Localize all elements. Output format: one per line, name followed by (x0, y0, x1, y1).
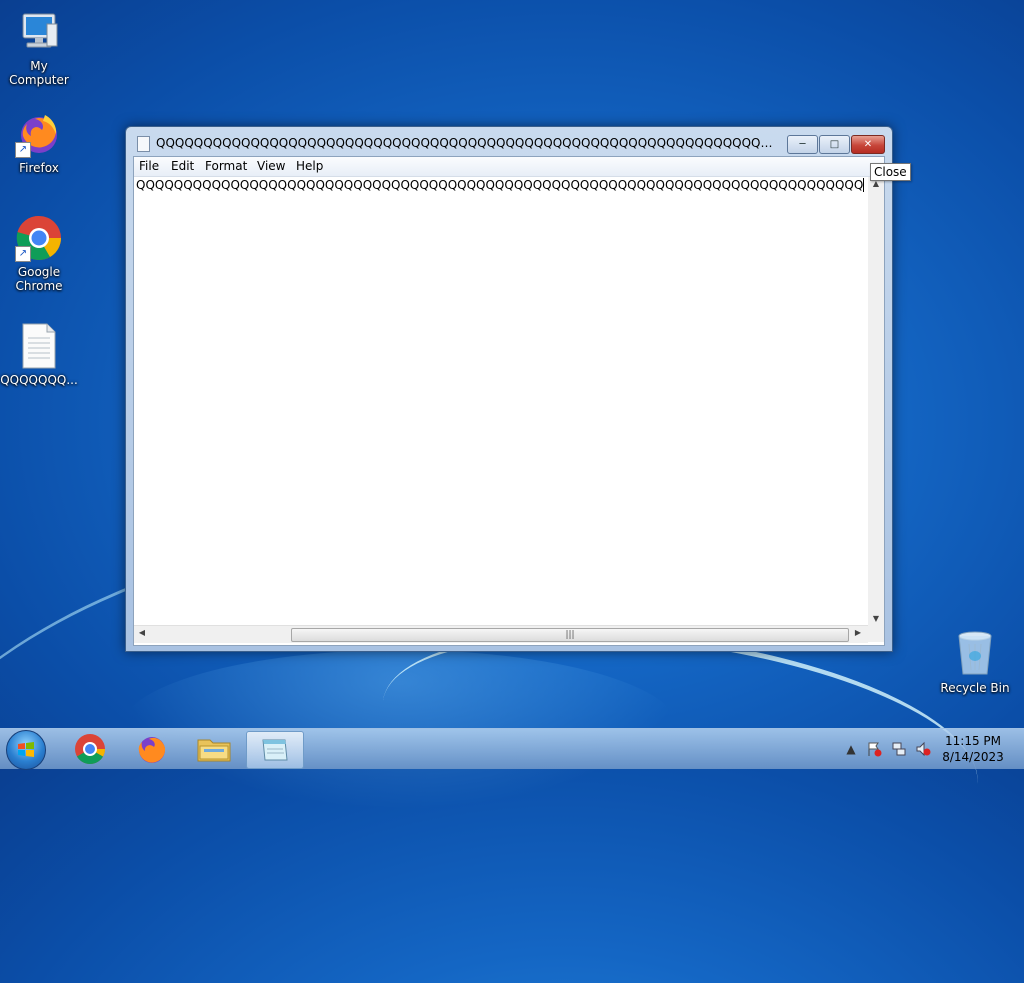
windows-logo-icon (18, 742, 34, 757)
volume-muted-icon[interactable] (915, 741, 931, 757)
desktop-icon-label: Firefox (19, 161, 59, 175)
text-file-icon (15, 322, 63, 370)
taskbar-file-explorer[interactable] (186, 731, 242, 767)
grip-icon: ||| (565, 630, 575, 640)
show-hidden-icons-icon[interactable]: ▲ (843, 741, 859, 757)
title-bar[interactable]: QQQQQQQQQQQQQQQQQQQQQQQQQQQQQQQQQQQQQQQQ… (126, 127, 892, 157)
text-caret (863, 178, 864, 192)
horizontal-scroll-thumb[interactable]: ||| (291, 628, 849, 642)
start-button[interactable] (6, 730, 46, 770)
desktop-icon-google-chrome[interactable]: ↗ Google Chrome (0, 214, 78, 293)
taskbar: ▲ 11:15 PM 8/14/2023 (0, 728, 1024, 770)
close-icon: ✕ (863, 139, 873, 150)
menu-edit[interactable]: Edit (171, 159, 194, 173)
taskbar-chrome[interactable] (62, 731, 118, 767)
system-clock[interactable]: 11:15 PM 8/14/2023 (932, 733, 1014, 765)
desktop-icon-firefox[interactable]: ↗ Firefox (0, 110, 78, 175)
horizontal-scrollbar[interactable]: ◀ ||| ▶ (134, 625, 868, 643)
desktop-icon-label: Google Chrome (15, 265, 63, 293)
desktop-icon-label: Recycle Bin (940, 681, 1010, 695)
menu-view[interactable]: View (257, 159, 285, 173)
close-tooltip: Close (870, 163, 911, 181)
menu-file[interactable]: File (139, 159, 159, 173)
close-button[interactable]: ✕ (851, 135, 885, 154)
minimize-button[interactable]: ─ (787, 135, 818, 154)
maximize-icon: □ (829, 139, 840, 150)
clock-date: 8/14/2023 (942, 750, 1004, 764)
resize-grip-icon[interactable] (868, 625, 884, 642)
editor-content: QQQQQQQQQQQQQQQQQQQQQQQQQQQQQQQQQQQQQQQQ… (136, 178, 864, 192)
scroll-down-icon[interactable]: ▼ (868, 614, 884, 623)
notepad-icon (137, 136, 150, 152)
scroll-left-icon[interactable]: ◀ (134, 628, 150, 637)
text-editor[interactable]: QQQQQQQQQQQQQQQQQQQQQQQQQQQQQQQQQQQQQQQQ… (134, 177, 868, 625)
desktop-icon-my-computer[interactable]: My Computer (0, 8, 78, 87)
action-center-flag-icon[interactable] (866, 741, 882, 757)
desktop-icon-label: My Computer (9, 59, 69, 87)
window-title: QQQQQQQQQQQQQQQQQQQQQQQQQQQQQQQQQQQQQQQQ… (156, 136, 776, 150)
computer-icon (15, 8, 63, 56)
shortcut-arrow-icon: ↗ (15, 246, 31, 262)
desktop-icon-label: QQQQQQQ... (0, 373, 78, 387)
desktop-icon-recycle-bin[interactable]: Recycle Bin (936, 630, 1014, 695)
firefox-icon (138, 737, 166, 763)
file-explorer-icon (197, 739, 231, 762)
taskbar-firefox[interactable] (124, 731, 180, 767)
clock-time: 11:15 PM (945, 734, 1001, 748)
vertical-scrollbar[interactable]: ▲ ▼ (868, 177, 884, 625)
menu-bar: File Edit Format View Help (134, 157, 884, 177)
chrome-icon (75, 734, 106, 765)
recycle-bin-icon (951, 630, 999, 678)
firefox-icon: ↗ (15, 110, 63, 158)
scroll-right-icon[interactable]: ▶ (850, 628, 866, 637)
network-icon[interactable] (891, 741, 907, 757)
shortcut-arrow-icon: ↗ (15, 142, 31, 158)
desktop-icon-text-file[interactable]: QQQQQQQ... (0, 322, 78, 387)
taskbar-notepad[interactable] (246, 731, 304, 769)
minimize-icon: ─ (799, 139, 806, 150)
menu-help[interactable]: Help (296, 159, 323, 173)
chrome-icon: ↗ (15, 214, 63, 262)
notepad-icon (262, 739, 288, 761)
notepad-client-area: File Edit Format View Help QQQQQQQQQQQQQ… (133, 156, 885, 646)
maximize-button[interactable]: □ (819, 135, 850, 154)
menu-format[interactable]: Format (205, 159, 247, 173)
notepad-window[interactable]: QQQQQQQQQQQQQQQQQQQQQQQQQQQQQQQQQQQQQQQQ… (125, 126, 893, 652)
